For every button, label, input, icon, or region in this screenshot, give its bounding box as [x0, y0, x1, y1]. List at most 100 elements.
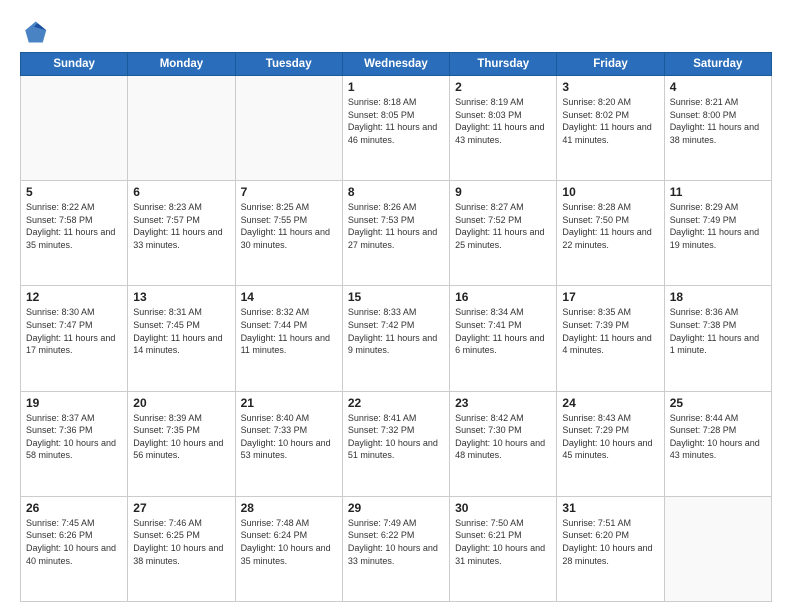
day-number: 14 [241, 290, 337, 304]
day-number: 22 [348, 396, 444, 410]
day-number: 20 [133, 396, 229, 410]
table-row [128, 76, 235, 181]
cell-info: Sunrise: 8:25 AMSunset: 7:55 PMDaylight:… [241, 201, 337, 251]
table-row: 7 Sunrise: 8:25 AMSunset: 7:55 PMDaylight… [235, 181, 342, 286]
col-wednesday: Wednesday [342, 53, 449, 76]
table-row: 5Sunrise: 8:22 AMSunset: 7:58 PMDaylight… [21, 181, 128, 286]
col-tuesday: Tuesday [235, 53, 342, 76]
day-number: 7 [241, 185, 337, 199]
table-row: 13 Sunrise: 8:31 AMSunset: 7:45 PMDayligh… [128, 286, 235, 391]
header [20, 18, 772, 46]
table-row: 29 Sunrise: 7:49 AMSunset: 6:22 PMDayligh… [342, 496, 449, 601]
table-row: 8 Sunrise: 8:26 AMSunset: 7:53 PMDaylight… [342, 181, 449, 286]
day-number: 24 [562, 396, 658, 410]
col-friday: Friday [557, 53, 664, 76]
table-row: 6 Sunrise: 8:23 AMSunset: 7:57 PMDaylight… [128, 181, 235, 286]
calendar-week-3: 12 Sunrise: 8:30 AMSunset: 7:47 PMDayligh… [21, 286, 772, 391]
day-number: 27 [133, 501, 229, 515]
table-row: 23Sunrise: 8:42 AMSunset: 7:30 PMDayligh… [450, 391, 557, 496]
cell-info: Sunrise: 7:49 AMSunset: 6:22 PMDaylight:… [348, 517, 444, 567]
cell-info: Sunrise: 8:23 AMSunset: 7:57 PMDaylight:… [133, 201, 229, 251]
table-row: 10Sunrise: 8:28 AMSunset: 7:50 PMDayligh… [557, 181, 664, 286]
table-row: 4Sunrise: 8:21 AMSunset: 8:00 PMDaylight… [664, 76, 771, 181]
cell-info: Sunrise: 8:18 AMSunset: 8:05 PMDaylight:… [348, 96, 444, 146]
table-row: 17Sunrise: 8:35 AMSunset: 7:39 PMDayligh… [557, 286, 664, 391]
cell-info: Sunrise: 8:26 AMSunset: 7:53 PMDaylight:… [348, 201, 444, 251]
day-number: 3 [562, 80, 658, 94]
cell-info: Sunrise: 8:31 AMSunset: 7:45 PMDaylight:… [133, 306, 229, 356]
table-row: 12 Sunrise: 8:30 AMSunset: 7:47 PMDayligh… [21, 286, 128, 391]
cell-info: Sunrise: 8:36 AMSunset: 7:38 PMDaylight:… [670, 306, 766, 356]
day-number: 26 [26, 501, 122, 515]
cell-info: Sunrise: 8:35 AMSunset: 7:39 PMDaylight:… [562, 306, 658, 356]
cell-info: Sunrise: 8:37 AMSunset: 7:36 PMDaylight:… [26, 412, 122, 462]
cell-info: Sunrise: 8:20 AMSunset: 8:02 PMDaylight:… [562, 96, 658, 146]
logo-icon [20, 18, 48, 46]
logo [20, 18, 52, 46]
calendar-header-row: Sunday Monday Tuesday Wednesday Thursday… [21, 53, 772, 76]
calendar-week-4: 19 Sunrise: 8:37 AMSunset: 7:36 PMDayligh… [21, 391, 772, 496]
table-row: 24 Sunrise: 8:43 AMSunset: 7:29 PMDayligh… [557, 391, 664, 496]
table-row: 20 Sunrise: 8:39 AMSunset: 7:35 PMDayligh… [128, 391, 235, 496]
table-row: 14 Sunrise: 8:32 AMSunset: 7:44 PMDayligh… [235, 286, 342, 391]
cell-info: Sunrise: 8:41 AMSunset: 7:32 PMDaylight:… [348, 412, 444, 462]
day-number: 2 [455, 80, 551, 94]
table-row: 9 Sunrise: 8:27 AMSunset: 7:52 PMDaylight… [450, 181, 557, 286]
day-number: 8 [348, 185, 444, 199]
day-number: 4 [670, 80, 766, 94]
cell-info: Sunrise: 8:29 AMSunset: 7:49 PMDaylight:… [670, 201, 766, 251]
table-row: 21Sunrise: 8:40 AMSunset: 7:33 PMDayligh… [235, 391, 342, 496]
cell-info: Sunrise: 7:48 AMSunset: 6:24 PMDaylight:… [241, 517, 337, 567]
table-row: 28 Sunrise: 7:48 AMSunset: 6:24 PMDayligh… [235, 496, 342, 601]
day-number: 31 [562, 501, 658, 515]
day-number: 1 [348, 80, 444, 94]
calendar-week-1: 1 Sunrise: 8:18 AMSunset: 8:05 PMDaylight… [21, 76, 772, 181]
day-number: 9 [455, 185, 551, 199]
cell-info: Sunrise: 8:27 AMSunset: 7:52 PMDaylight:… [455, 201, 551, 251]
table-row [235, 76, 342, 181]
col-thursday: Thursday [450, 53, 557, 76]
cell-info: Sunrise: 8:30 AMSunset: 7:47 PMDaylight:… [26, 306, 122, 356]
day-number: 25 [670, 396, 766, 410]
cell-info: Sunrise: 8:44 AMSunset: 7:28 PMDaylight:… [670, 412, 766, 462]
day-number: 12 [26, 290, 122, 304]
cell-info: Sunrise: 7:46 AMSunset: 6:25 PMDaylight:… [133, 517, 229, 567]
table-row [664, 496, 771, 601]
day-number: 11 [670, 185, 766, 199]
calendar-table: Sunday Monday Tuesday Wednesday Thursday… [20, 52, 772, 602]
cell-info: Sunrise: 8:39 AMSunset: 7:35 PMDaylight:… [133, 412, 229, 462]
cell-info: Sunrise: 8:40 AMSunset: 7:33 PMDaylight:… [241, 412, 337, 462]
table-row: 25 Sunrise: 8:44 AMSunset: 7:28 PMDayligh… [664, 391, 771, 496]
page: Sunday Monday Tuesday Wednesday Thursday… [0, 0, 792, 612]
table-row: 15 Sunrise: 8:33 AMSunset: 7:42 PMDayligh… [342, 286, 449, 391]
cell-info: Sunrise: 7:51 AMSunset: 6:20 PMDaylight:… [562, 517, 658, 567]
day-number: 6 [133, 185, 229, 199]
table-row [21, 76, 128, 181]
cell-info: Sunrise: 7:45 AMSunset: 6:26 PMDaylight:… [26, 517, 122, 567]
cell-info: Sunrise: 8:28 AMSunset: 7:50 PMDaylight:… [562, 201, 658, 251]
table-row: 27 Sunrise: 7:46 AMSunset: 6:25 PMDayligh… [128, 496, 235, 601]
calendar-week-5: 26 Sunrise: 7:45 AMSunset: 6:26 PMDayligh… [21, 496, 772, 601]
day-number: 28 [241, 501, 337, 515]
table-row: 18 Sunrise: 8:36 AMSunset: 7:38 PMDayligh… [664, 286, 771, 391]
cell-info: Sunrise: 7:50 AMSunset: 6:21 PMDaylight:… [455, 517, 551, 567]
cell-info: Sunrise: 8:22 AMSunset: 7:58 PMDaylight:… [26, 201, 122, 251]
calendar-week-2: 5Sunrise: 8:22 AMSunset: 7:58 PMDaylight… [21, 181, 772, 286]
cell-info: Sunrise: 8:43 AMSunset: 7:29 PMDaylight:… [562, 412, 658, 462]
day-number: 13 [133, 290, 229, 304]
table-row: 22 Sunrise: 8:41 AMSunset: 7:32 PMDayligh… [342, 391, 449, 496]
day-number: 29 [348, 501, 444, 515]
day-number: 18 [670, 290, 766, 304]
day-number: 15 [348, 290, 444, 304]
table-row: 1 Sunrise: 8:18 AMSunset: 8:05 PMDaylight… [342, 76, 449, 181]
table-row: 19 Sunrise: 8:37 AMSunset: 7:36 PMDayligh… [21, 391, 128, 496]
table-row: 11 Sunrise: 8:29 AMSunset: 7:49 PMDayligh… [664, 181, 771, 286]
table-row: 30Sunrise: 7:50 AMSunset: 6:21 PMDayligh… [450, 496, 557, 601]
cell-info: Sunrise: 8:33 AMSunset: 7:42 PMDaylight:… [348, 306, 444, 356]
table-row: 2Sunrise: 8:19 AMSunset: 8:03 PMDaylight… [450, 76, 557, 181]
col-monday: Monday [128, 53, 235, 76]
day-number: 19 [26, 396, 122, 410]
day-number: 23 [455, 396, 551, 410]
table-row: 16Sunrise: 8:34 AMSunset: 7:41 PMDayligh… [450, 286, 557, 391]
cell-info: Sunrise: 8:32 AMSunset: 7:44 PMDaylight:… [241, 306, 337, 356]
